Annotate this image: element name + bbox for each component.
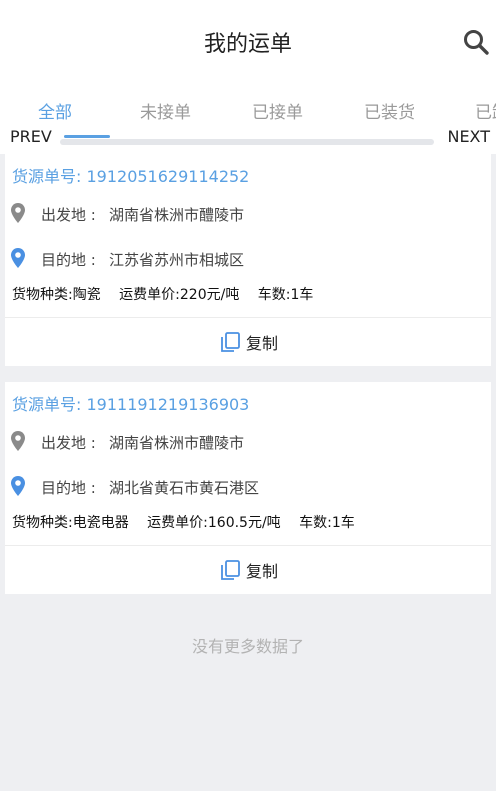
page-title: 我的运单 [203,32,292,57]
origin-label: 出发地 : [41,206,96,224]
destination-pin-icon [11,248,25,268]
prev-button[interactable]: PREV [8,127,54,146]
copy-button-content: 复制 [218,558,278,582]
copy-label: 复制 [245,562,278,581]
unit-price: 运费单价:160.5元/吨 [147,515,281,531]
waybill-card: 货源单号: 1912051629114252 出发地 : 湖南省株洲市醴陵市 目… [5,154,491,366]
destination-label: 目的地 : [41,251,96,269]
origin-value: 湖南省株洲市醴陵市 [109,206,245,224]
search-button[interactable] [462,28,490,56]
tab-all[interactable]: 全部 [38,98,72,123]
cargo-type: 货物种类:陶瓷 [12,287,101,303]
app-header: 我的运单 [0,0,496,84]
no-more-data: 没有更多数据了 [191,637,304,656]
next-button[interactable]: NEXT [445,127,492,146]
origin-label: 出发地 : [41,434,96,452]
destination-value: 湖北省黄石市黄石港区 [109,479,260,497]
order-number: 货源单号: 1912051629114252 [12,167,250,186]
copy-button-content: 复制 [218,330,278,354]
tab-loaded[interactable]: 已装货 [364,98,415,123]
destination-value: 江苏省苏州市相城区 [109,251,245,269]
origin-pin-icon [11,431,25,451]
copy-icon [221,560,240,580]
unit-price: 运费单价:220元/吨 [119,287,240,303]
copy-button[interactable]: 复制 [5,546,491,594]
cargo-details: 货物种类:陶瓷 运费单价:220元/吨 车数:1车 [12,284,327,304]
truck-count: 车数:1车 [257,287,314,303]
origin-pin-icon [11,203,25,223]
copy-label: 复制 [245,334,278,353]
cargo-details: 货物种类:电瓷电器 运费单价:160.5元/吨 车数:1车 [12,512,369,532]
search-icon [464,30,489,55]
tab-unaccepted[interactable]: 未接单 [140,98,191,123]
tab-active-indicator [64,135,110,138]
tab-unloaded[interactable]: 已卸 [475,98,496,123]
order-number: 货源单号: 1911191219136903 [12,395,250,414]
origin-value: 湖南省株洲市醴陵市 [109,434,245,452]
status-tabs: 全部 未接单 已接单 已装货 已卸 PREV NEXT [0,84,496,154]
copy-icon [221,332,240,352]
copy-button[interactable]: 复制 [5,318,491,366]
tab-scroll-track[interactable] [60,139,434,145]
destination-label: 目的地 : [41,479,96,497]
cargo-type: 货物种类:电瓷电器 [12,515,129,531]
destination-pin-icon [11,476,25,496]
waybill-card: 货源单号: 1911191219136903 出发地 : 湖南省株洲市醴陵市 目… [5,382,491,594]
tab-accepted[interactable]: 已接单 [252,98,303,123]
truck-count: 车数:1车 [299,515,355,531]
